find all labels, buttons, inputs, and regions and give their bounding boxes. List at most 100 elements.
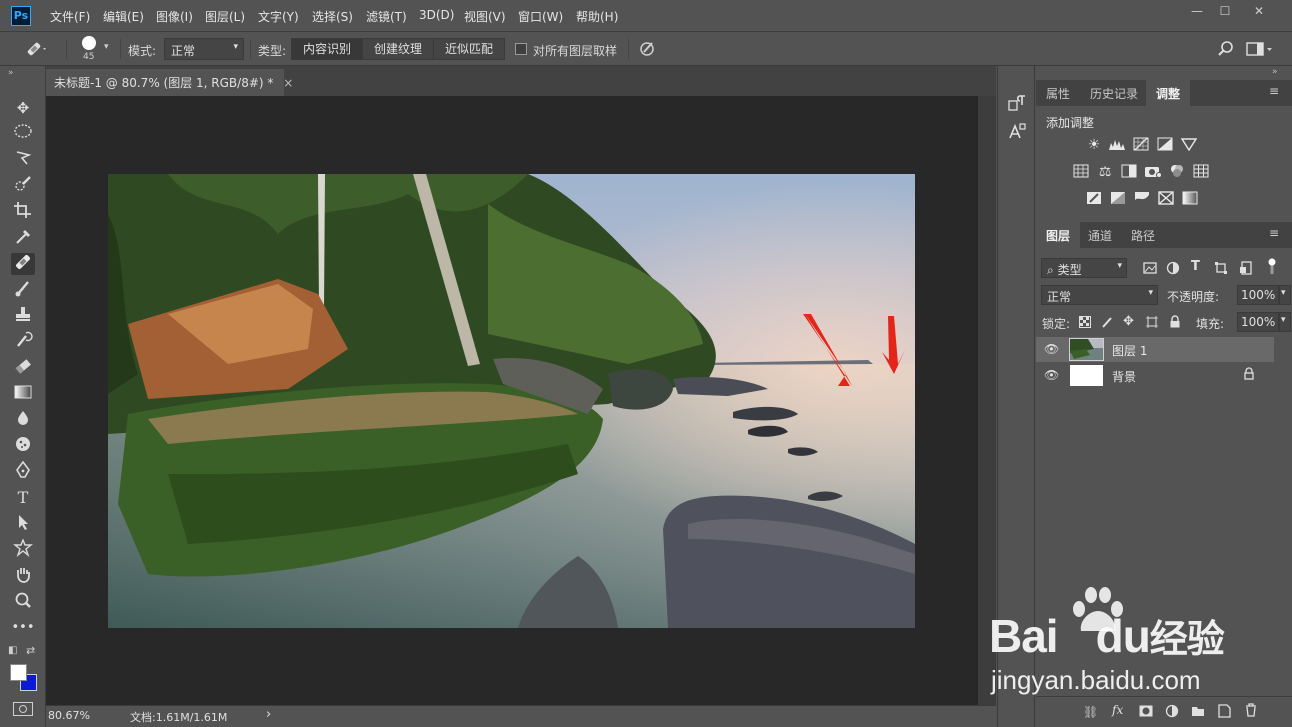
document-tab[interactable]: 未标题-1 @ 80.7% (图层 1, RGB/8#) * × xyxy=(46,69,293,96)
restore-button[interactable]: ☐ xyxy=(1211,2,1239,20)
gradient-tool-icon[interactable] xyxy=(11,383,35,405)
tab-properties[interactable]: 属性 xyxy=(1036,80,1080,106)
menu-file[interactable]: 文件(F) xyxy=(50,8,90,25)
chevron-down-icon[interactable]: ▾ xyxy=(104,42,109,52)
tab-history[interactable]: 历史记录 xyxy=(1080,80,1148,106)
lock-all-icon[interactable] xyxy=(1169,315,1181,328)
menu-select[interactable]: 选择(S) xyxy=(312,8,353,25)
brightness-icon[interactable]: ☀ xyxy=(1085,137,1103,153)
posterize-icon[interactable] xyxy=(1109,191,1127,207)
curves-icon[interactable] xyxy=(1132,137,1150,153)
opacity-dropdown[interactable]: ▾ xyxy=(1279,285,1291,305)
delete-layer-icon[interactable] xyxy=(1245,703,1257,717)
zoom-level[interactable]: 80.67% xyxy=(48,709,90,722)
layer-kind-filter[interactable]: ⌕ 类型 ▾ xyxy=(1041,258,1127,278)
menu-edit[interactable]: 编辑(E) xyxy=(103,8,144,25)
gradient-map-icon[interactable] xyxy=(1181,191,1199,207)
mode-dropdown[interactable]: 正常 ▾ xyxy=(164,38,244,60)
filter-shape-icon[interactable] xyxy=(1214,261,1228,275)
canvas-area[interactable] xyxy=(46,96,978,705)
crop-tool-icon[interactable] xyxy=(11,201,35,223)
close-button[interactable]: ✕ xyxy=(1245,2,1273,20)
new-layer-icon[interactable] xyxy=(1218,704,1231,718)
black-white-icon[interactable] xyxy=(1120,164,1138,180)
eraser-tool-icon[interactable] xyxy=(11,357,35,379)
threshold-icon[interactable] xyxy=(1133,191,1151,207)
menu-image[interactable]: 图像(I) xyxy=(156,8,193,25)
layer-row-background[interactable]: 👁 背景 xyxy=(1036,363,1274,388)
type-tool-icon[interactable]: T xyxy=(11,487,35,509)
zoom-tool-icon[interactable] xyxy=(11,591,35,613)
eyedropper-tool-icon[interactable] xyxy=(11,227,35,249)
photo-filter-icon[interactable] xyxy=(1144,164,1162,180)
healing-brush-tool-icon[interactable] xyxy=(11,253,35,275)
link-layers-icon[interactable]: ⛓ xyxy=(1083,705,1098,719)
filter-adjustment-icon[interactable] xyxy=(1166,261,1180,275)
healing-brush-preset-icon[interactable] xyxy=(24,39,48,59)
quick-mask-icon[interactable] xyxy=(13,702,33,716)
character-panel-icon[interactable] xyxy=(1007,121,1027,141)
layer-row-layer1[interactable]: 👁 图层 1 xyxy=(1036,337,1274,362)
menu-filter[interactable]: 滤镜(T) xyxy=(366,8,407,25)
channel-mixer-icon[interactable] xyxy=(1168,164,1186,180)
fill-input[interactable]: 100% xyxy=(1237,312,1279,332)
panel-menu-icon[interactable]: ≡ xyxy=(1269,84,1279,98)
lock-position-icon[interactable]: ✥ xyxy=(1123,314,1134,329)
levels-icon[interactable] xyxy=(1108,137,1126,153)
close-tab-icon[interactable]: × xyxy=(283,76,293,90)
marquee-tool-icon[interactable] xyxy=(11,123,35,145)
filter-pixel-icon[interactable] xyxy=(1143,261,1157,275)
selective-color-icon[interactable] xyxy=(1157,191,1175,207)
swap-colors-icon[interactable]: ⇄ xyxy=(26,644,35,657)
menu-help[interactable]: 帮助(H) xyxy=(576,8,618,25)
tab-adjustments[interactable]: 调整 xyxy=(1146,80,1191,106)
workspace-icon[interactable] xyxy=(1246,41,1274,57)
type-proximity-match[interactable]: 近似匹配 xyxy=(433,38,505,60)
fill-dropdown[interactable]: ▾ xyxy=(1279,312,1291,332)
tab-paths[interactable]: 路径 xyxy=(1121,222,1165,248)
move-tool-icon[interactable]: ✥ xyxy=(11,97,35,119)
landscape-photo[interactable] xyxy=(108,174,915,628)
filter-toggle[interactable] xyxy=(1268,258,1276,274)
menu-view[interactable]: 视图(V) xyxy=(464,8,506,25)
tab-layers[interactable]: 图层 xyxy=(1036,222,1081,248)
filter-type-icon[interactable]: T xyxy=(1191,259,1200,274)
stamp-tool-icon[interactable] xyxy=(11,305,35,327)
layer-name[interactable]: 图层 1 xyxy=(1112,342,1147,359)
panel-menu-icon[interactable]: ≡ xyxy=(1269,226,1279,240)
add-mask-icon[interactable] xyxy=(1139,705,1153,717)
menu-type[interactable]: 文字(Y) xyxy=(258,8,299,25)
foreground-color-swatch[interactable] xyxy=(10,664,27,681)
collapse-icon[interactable]: » xyxy=(8,68,14,78)
blend-mode-dropdown[interactable]: 正常 ▾ xyxy=(1041,285,1158,305)
lasso-tool-icon[interactable] xyxy=(11,149,35,171)
pressure-icon[interactable] xyxy=(638,40,656,58)
visibility-eye-icon[interactable]: 👁 xyxy=(1044,342,1059,356)
color-balance-icon[interactable]: ⚖ xyxy=(1096,164,1114,180)
pen-tool-icon[interactable] xyxy=(11,460,35,483)
lock-transparent-icon[interactable] xyxy=(1079,316,1091,328)
lock-artboard-icon[interactable] xyxy=(1146,316,1158,328)
history-brush-tool-icon[interactable] xyxy=(11,331,35,353)
minimize-button[interactable]: — xyxy=(1183,2,1211,20)
blur-tool-icon[interactable] xyxy=(11,409,35,431)
status-menu-arrow[interactable]: › xyxy=(266,707,271,722)
collapse-icon[interactable]: » xyxy=(1272,67,1278,77)
menu-window[interactable]: 窗口(W) xyxy=(518,8,563,25)
paragraph-panel-icon[interactable] xyxy=(1007,93,1027,113)
sponge-tool-icon[interactable] xyxy=(11,435,35,457)
visibility-eye-icon[interactable]: 👁 xyxy=(1044,368,1059,382)
menu-layer[interactable]: 图层(L) xyxy=(205,8,245,25)
lock-pixels-icon[interactable] xyxy=(1101,316,1113,328)
color-lookup-icon[interactable] xyxy=(1192,164,1210,180)
exposure-icon[interactable] xyxy=(1156,137,1174,153)
new-adjustment-layer-icon[interactable] xyxy=(1165,704,1179,718)
menu-3d[interactable]: 3D(D) xyxy=(419,8,454,22)
filter-smart-object-icon[interactable] xyxy=(1239,261,1253,275)
new-group-icon[interactable] xyxy=(1191,705,1205,717)
tab-channels[interactable]: 通道 xyxy=(1078,222,1122,248)
invert-icon[interactable] xyxy=(1085,191,1103,207)
opacity-input[interactable]: 100% xyxy=(1237,285,1279,305)
path-select-tool-icon[interactable] xyxy=(11,513,35,535)
type-content-aware[interactable]: 内容识别 xyxy=(291,38,363,60)
